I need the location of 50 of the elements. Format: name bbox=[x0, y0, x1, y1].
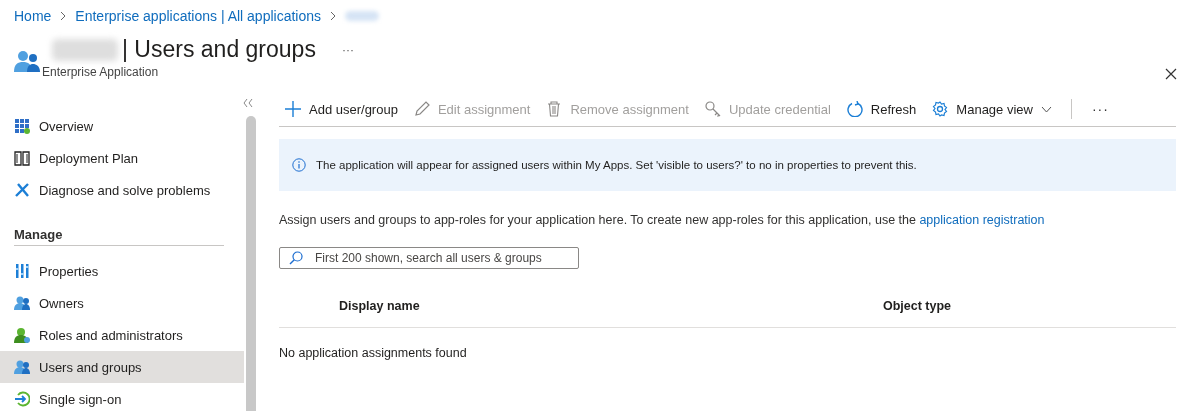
breadcrumb-link[interactable]: Home bbox=[14, 8, 52, 24]
key-icon bbox=[704, 101, 721, 117]
sidebar-item[interactable]: Roles and administrators bbox=[0, 319, 244, 351]
sidebar-item[interactable]: Single sign-on bbox=[0, 383, 244, 411]
toolbar-button[interactable]: Add user/group bbox=[285, 94, 405, 124]
sidebar-item[interactable]: Overview bbox=[0, 110, 244, 142]
section-heading: Manage bbox=[14, 213, 224, 246]
person-icon bbox=[14, 327, 30, 343]
toolbar-button[interactable]: Refresh bbox=[839, 94, 924, 124]
search-icon bbox=[289, 251, 303, 265]
registration-link[interactable]: application registration bbox=[919, 213, 1045, 227]
more-button[interactable]: ··· bbox=[341, 42, 354, 57]
search-field[interactable]: First 200 shown, search all users & groups bbox=[279, 247, 579, 269]
people-icon bbox=[14, 295, 30, 311]
people-icon bbox=[14, 50, 40, 72]
refresh-icon bbox=[846, 101, 863, 117]
pencil-icon bbox=[413, 101, 430, 117]
scrollbar[interactable] bbox=[246, 116, 256, 411]
sidebar-item[interactable]: Users and groups bbox=[0, 351, 244, 383]
info-message: The application will appear for assigned users within My Apps. Set 'visible to users?' to no in properties to prevent this. bbox=[316, 159, 917, 171]
toolbar-button[interactable]: Manage view bbox=[925, 94, 1059, 124]
grid-icon bbox=[14, 118, 30, 134]
caret-icon bbox=[1040, 105, 1052, 113]
description-text: Assign users and groups to app-roles for your application here. To create new app-roles for this application, use the application registration bbox=[279, 213, 1046, 227]
chevron-icon bbox=[60, 11, 67, 21]
chevron-icon bbox=[330, 11, 337, 21]
blurred-redaction bbox=[52, 38, 118, 61]
column-header: Display name bbox=[339, 299, 421, 313]
sidebar-item[interactable]: Deployment Plan bbox=[0, 142, 244, 174]
blurred-redaction bbox=[345, 11, 380, 21]
plus-icon bbox=[285, 101, 301, 117]
sidebar-item[interactable]: Diagnose and solve problems bbox=[0, 174, 244, 206]
bars-icon bbox=[14, 263, 30, 279]
close-icon bbox=[1165, 68, 1177, 80]
empty-message: No application assignments found bbox=[279, 346, 468, 360]
sign-in-icon bbox=[14, 391, 30, 407]
page-subtitle: Enterprise Application bbox=[42, 65, 160, 79]
sidebar-item[interactable]: Owners bbox=[0, 287, 244, 319]
column-header: Object type bbox=[883, 299, 952, 313]
people-icon bbox=[14, 359, 30, 375]
trash-icon bbox=[546, 101, 563, 117]
gear-icon bbox=[932, 101, 949, 117]
breadcrumb-link[interactable]: Enterprise applications | All applications bbox=[75, 8, 322, 24]
collapse-icon bbox=[243, 99, 253, 107]
info-icon bbox=[292, 158, 306, 172]
book-icon bbox=[14, 150, 30, 166]
sidebar-item[interactable]: Properties bbox=[0, 255, 244, 287]
more-button[interactable]: ··· bbox=[1087, 101, 1113, 117]
wrench-icon bbox=[14, 182, 30, 198]
page-title: | Users and groups bbox=[122, 36, 316, 63]
